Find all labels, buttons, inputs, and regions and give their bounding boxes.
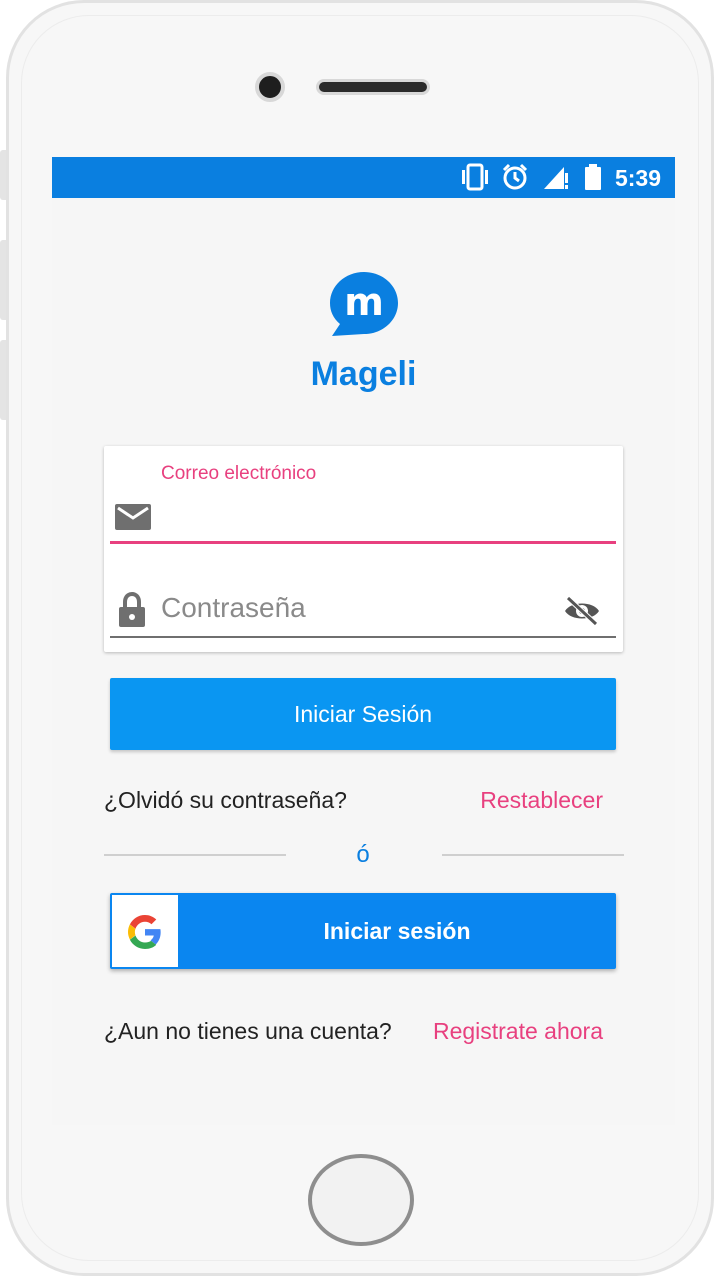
password-field[interactable]: Contraseña — [161, 592, 306, 624]
side-button — [0, 150, 6, 200]
status-time: 5:39 — [614, 165, 661, 191]
app-logo: m — [328, 270, 400, 343]
app-name: Mageli — [310, 355, 417, 393]
forgot-password-text: ¿Olvidó su contraseña? — [104, 787, 347, 813]
email-label: Correo electrónico — [161, 463, 317, 484]
speaker-grille — [316, 79, 430, 95]
lock-icon — [117, 591, 147, 633]
register-link[interactable]: Registrate ahora — [433, 1018, 603, 1045]
reset-password-link[interactable]: Restablecer — [480, 787, 603, 814]
visibility-off-icon[interactable] — [563, 596, 601, 631]
divider-right — [442, 854, 624, 856]
google-icon — [128, 915, 162, 954]
status-bar: 5:39 — [52, 157, 675, 198]
front-camera — [255, 72, 285, 102]
signal-icon — [542, 163, 570, 196]
no-account-text: ¿Aun no tienes una cuenta? — [104, 1018, 392, 1044]
email-icon — [114, 503, 152, 536]
logo-letter: m — [344, 280, 384, 324]
vibrate-icon — [459, 163, 491, 196]
google-login-button[interactable]: Iniciar sesión — [110, 893, 616, 969]
password-underline — [110, 636, 616, 638]
side-button — [0, 240, 6, 320]
email-field[interactable] — [110, 541, 616, 544]
home-button[interactable] — [308, 1154, 414, 1246]
side-button — [0, 340, 6, 420]
login-button[interactable]: Iniciar Sesión — [110, 678, 616, 750]
or-separator: ó — [356, 841, 370, 868]
alarm-icon — [501, 163, 529, 196]
app-screen: 5:39 m Mageli Correo electrónico Contras… — [52, 157, 675, 1125]
divider-left — [104, 854, 286, 856]
google-logo-box — [112, 895, 178, 967]
google-login-label: Iniciar sesión — [323, 918, 471, 944]
login-card: Correo electrónico Contraseña — [104, 446, 623, 652]
battery-icon — [583, 163, 603, 196]
